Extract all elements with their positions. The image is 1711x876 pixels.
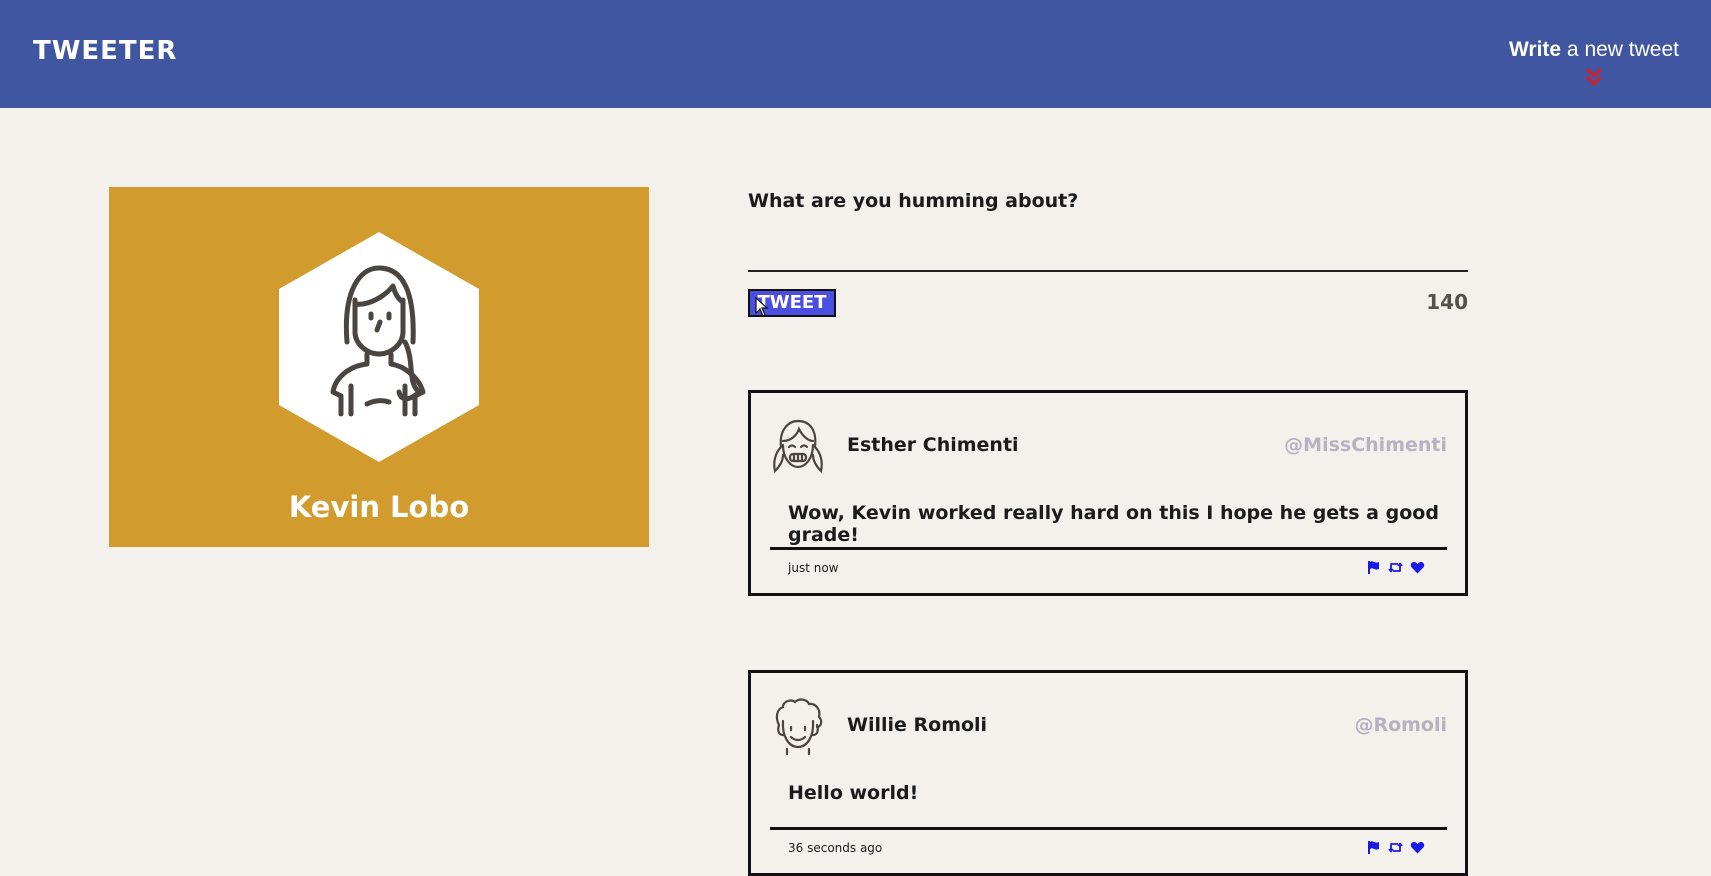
tweet-actions bbox=[1366, 560, 1425, 575]
write-new-tweet-rest: a new tweet bbox=[1561, 38, 1679, 61]
tweet-divider bbox=[770, 547, 1447, 550]
brand-logo[interactable]: TWEETER bbox=[33, 36, 177, 66]
compose-label: What are you humming about? bbox=[748, 190, 1079, 212]
flag-icon[interactable] bbox=[1366, 560, 1381, 575]
profile-name: Kevin Lobo bbox=[288, 490, 470, 524]
character-counter: 140 bbox=[1426, 290, 1468, 314]
heart-icon[interactable] bbox=[1410, 840, 1425, 855]
write-new-tweet-label[interactable]: Write a new tweet bbox=[1509, 38, 1679, 62]
profile-card: Kevin Lobo bbox=[109, 187, 649, 547]
tweet-text-input[interactable] bbox=[748, 226, 1468, 272]
girl-avatar-icon bbox=[773, 419, 823, 474]
tweet-author-handle: @MissChimenti bbox=[1284, 434, 1447, 456]
tweet-text: Wow, Kevin worked really hard on this I … bbox=[788, 502, 1439, 546]
tweet-author-handle: @Romoli bbox=[1354, 714, 1447, 736]
tweet-divider bbox=[770, 827, 1447, 830]
retweet-icon[interactable] bbox=[1388, 560, 1403, 575]
tweet-text: Hello world! bbox=[788, 782, 919, 804]
tweet-actions bbox=[1366, 840, 1425, 855]
tweet-card: Esther Chimenti @MissChimenti Wow, Kevin… bbox=[748, 390, 1468, 596]
double-chevron-down-icon[interactable] bbox=[1583, 66, 1605, 88]
heart-icon[interactable] bbox=[1410, 560, 1425, 575]
man-avatar-icon bbox=[775, 698, 823, 755]
tweet-timestamp: 36 seconds ago bbox=[788, 841, 883, 855]
retweet-icon[interactable] bbox=[1388, 840, 1403, 855]
mouse-cursor-icon bbox=[755, 297, 769, 317]
top-nav: TWEETER Write a new tweet bbox=[0, 0, 1711, 108]
tweet-timestamp: just now bbox=[788, 561, 839, 575]
write-new-tweet-bold: Write bbox=[1508, 38, 1562, 61]
write-new-tweet-toggle[interactable]: Write a new tweet bbox=[1509, 38, 1679, 88]
tweet-author-name: Esther Chimenti bbox=[847, 434, 1019, 456]
new-tweet-form: What are you humming about? TWEET 140 bbox=[748, 190, 1468, 317]
tweet-card: Willie Romoli @Romoli Hello world! 36 se… bbox=[748, 670, 1468, 876]
tweet-author-name: Willie Romoli bbox=[847, 714, 988, 736]
flag-icon[interactable] bbox=[1366, 840, 1381, 855]
woman-avatar-icon bbox=[279, 232, 479, 462]
